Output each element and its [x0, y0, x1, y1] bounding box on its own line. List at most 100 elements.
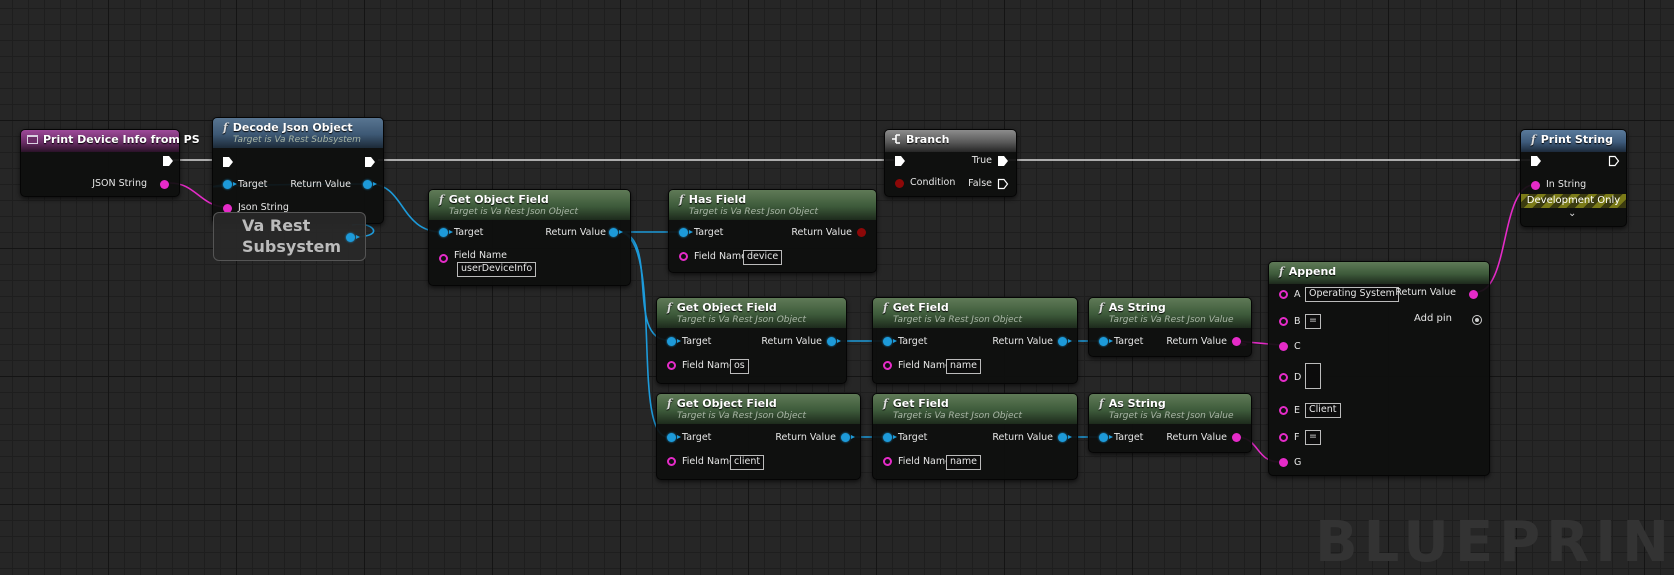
- branch-title: Branch: [906, 133, 950, 146]
- field-name-label: Field Name: [898, 456, 951, 467]
- decode-title: Decode Json Object: [232, 121, 353, 134]
- target-label: Target: [898, 432, 928, 443]
- get-object-field-header: f Get Object Field Target is Va Rest Json…: [657, 298, 846, 328]
- pin-d-input[interactable]: [1305, 363, 1321, 389]
- exec-arrow-outline-icon: [1608, 155, 1620, 167]
- field-name-input[interactable]: userDeviceInfo: [457, 262, 537, 277]
- field-name-input[interactable]: device: [743, 250, 783, 265]
- field-name-label: Field Name: [682, 456, 735, 467]
- pin-a-input[interactable]: Operating System: [1305, 287, 1399, 302]
- event-node-print-device-info[interactable]: Print Device Info from PS JSON String: [20, 129, 200, 197]
- exec-arrow-icon: [998, 156, 1008, 166]
- va-rest-line1: Va Rest: [242, 216, 311, 235]
- as2-title: As String: [1108, 397, 1166, 410]
- condition-in-pin[interactable]: [895, 179, 904, 188]
- field-name-in-pin[interactable]: [667, 361, 676, 370]
- pin-c-label: C: [1294, 341, 1301, 352]
- target-in-pin[interactable]: [1099, 433, 1113, 442]
- pin-f-label: F: [1294, 432, 1300, 443]
- va-rest-subsystem-node[interactable]: Va Rest Subsystem: [213, 212, 366, 261]
- field-name-input[interactable]: name: [946, 359, 981, 374]
- target-label: Target: [1114, 432, 1144, 443]
- return-value-out-pin[interactable]: [1232, 337, 1241, 346]
- target-label: Target: [1114, 336, 1144, 347]
- has-field-subtitle: Target is Va Rest Json Object: [689, 207, 819, 217]
- pin-b[interactable]: [1279, 317, 1288, 326]
- target-in-pin[interactable]: [1099, 337, 1113, 346]
- pin-a[interactable]: [1279, 290, 1288, 299]
- return-value-out-pin[interactable]: [1058, 337, 1072, 346]
- get-field-header: f Get Field Target is Va Rest Json Object: [873, 394, 1077, 424]
- development-only-banner: Development Only: [1521, 194, 1626, 208]
- return-value-out-pin[interactable]: [841, 433, 855, 442]
- field-name-in-pin[interactable]: [667, 457, 676, 466]
- return-value-label: Return Value: [1166, 432, 1227, 443]
- pin-c[interactable]: [1279, 342, 1288, 351]
- target-in-pin[interactable]: [667, 433, 681, 442]
- pin-e[interactable]: [1279, 406, 1288, 415]
- pin-b-input[interactable]: =: [1305, 314, 1321, 329]
- has-field-node[interactable]: f Has Field Target is Va Rest Json Object…: [668, 189, 877, 273]
- target-label: Target: [682, 432, 712, 443]
- in-string-in-pin[interactable]: [1531, 181, 1540, 190]
- return-value-out-pin[interactable]: [1058, 433, 1072, 442]
- as-string-node-2[interactable]: f As String Target is Va Rest Json Value …: [1088, 393, 1252, 453]
- target-in-pin[interactable]: [667, 337, 681, 346]
- false-label: False: [968, 178, 992, 189]
- json-string-out-pin[interactable]: [160, 180, 169, 189]
- field-name-in-pin[interactable]: [679, 252, 688, 261]
- as-string-header: f As String Target is Va Rest Json Value: [1089, 394, 1251, 424]
- branch-node[interactable]: Branch True Condition False: [884, 129, 1017, 197]
- target-label: Target: [682, 336, 712, 347]
- get-object-field-node-2[interactable]: f Get Object Field Target is Va Rest Json…: [656, 297, 847, 384]
- add-pin-icon[interactable]: [1472, 315, 1482, 325]
- get-field-node-1[interactable]: f Get Field Target is Va Rest Json Object…: [872, 297, 1078, 384]
- target-in-pin[interactable]: [679, 228, 693, 237]
- return-value-out-pin[interactable]: [1232, 433, 1241, 442]
- exec-arrow-icon: [895, 156, 905, 166]
- return-value-label: Return Value: [791, 227, 852, 238]
- return-value-out-pin[interactable]: [1469, 290, 1478, 299]
- target-in-pin[interactable]: [883, 337, 897, 346]
- field-name-input[interactable]: client: [730, 455, 765, 470]
- get-field-node-2[interactable]: f Get Field Target is Va Rest Json Object…: [872, 393, 1078, 480]
- function-icon: f: [883, 397, 888, 410]
- return-value-out-pin[interactable]: [857, 228, 866, 237]
- pin-g-label: G: [1294, 457, 1302, 468]
- print-string-node[interactable]: f Print String In String Development Only…: [1520, 129, 1627, 227]
- append-node[interactable]: f Append A Operating System Return Value …: [1268, 261, 1490, 476]
- gof3-title: Get Object Field: [676, 397, 777, 410]
- field-name-input[interactable]: os: [730, 359, 749, 374]
- field-name-in-pin[interactable]: [439, 254, 448, 263]
- return-value-out-pin[interactable]: [609, 228, 623, 237]
- gf1-title: Get Field: [892, 301, 949, 314]
- exec-arrow-icon: [223, 157, 233, 167]
- pin-d[interactable]: [1279, 373, 1288, 382]
- as-string-node-1[interactable]: f As String Target is Va Rest Json Value …: [1088, 297, 1252, 357]
- chevron-down-icon[interactable]: ⌄: [1568, 208, 1576, 219]
- va-rest-out-pin[interactable]: [346, 233, 360, 242]
- pin-b-label: B: [1294, 316, 1301, 327]
- decode-subtitle: Target is Va Rest Subsystem: [233, 135, 361, 145]
- return-value-out-pin[interactable]: [827, 337, 841, 346]
- get-object-field-node-3[interactable]: f Get Object Field Target is Va Rest Json…: [656, 393, 861, 480]
- target-in-pin[interactable]: [439, 228, 453, 237]
- pin-f[interactable]: [1279, 433, 1288, 442]
- field-name-in-pin[interactable]: [883, 457, 892, 466]
- decode-json-object-node[interactable]: f Decode Json Object Target is Va Rest Su…: [212, 117, 384, 224]
- pin-e-input[interactable]: Client: [1305, 403, 1341, 418]
- event-icon: [27, 135, 38, 144]
- gof3-subtitle: Target is Va Rest Json Object: [677, 411, 807, 421]
- target-in-pin[interactable]: [883, 433, 897, 442]
- pin-g[interactable]: [1279, 458, 1288, 467]
- field-name-in-pin[interactable]: [883, 361, 892, 370]
- pin-f-input[interactable]: =: [1305, 430, 1321, 445]
- return-value-out-pin[interactable]: [363, 180, 377, 189]
- pin-e-label: E: [1294, 405, 1301, 416]
- get-object-field-node-1[interactable]: f Get Object Field Target is Va Rest Json…: [428, 189, 631, 286]
- target-in-pin[interactable]: [223, 180, 237, 189]
- gof2-subtitle: Target is Va Rest Json Object: [677, 315, 807, 325]
- exec-arrow-icon: [1531, 156, 1541, 166]
- field-name-input[interactable]: name: [946, 455, 981, 470]
- function-icon: f: [667, 397, 672, 410]
